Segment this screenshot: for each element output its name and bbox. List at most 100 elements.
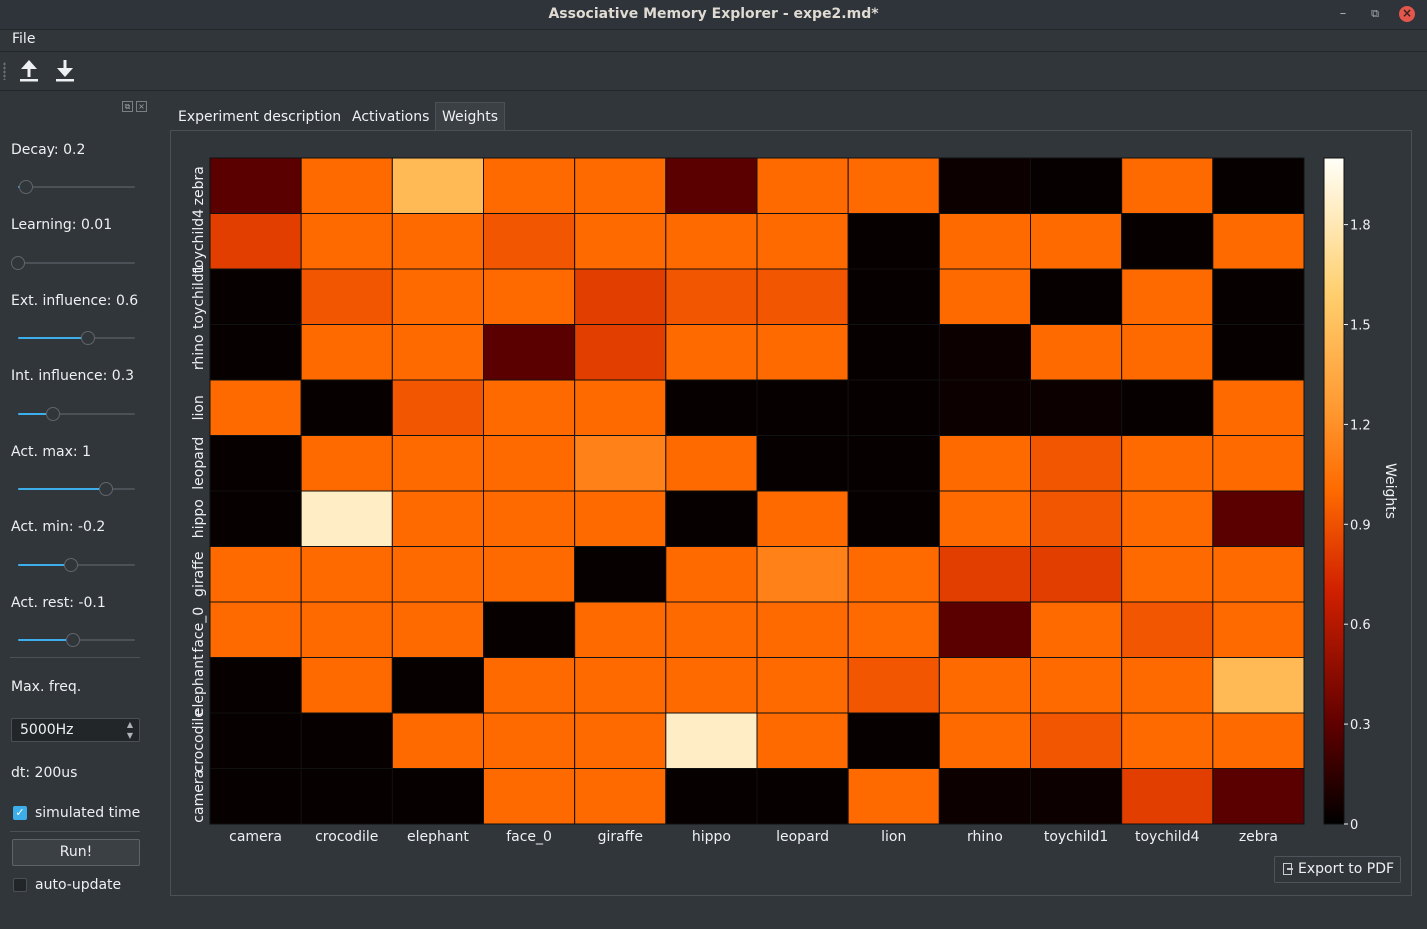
- heatmap-cells: [209, 157, 1305, 825]
- y-tick-labels: cameracrocodileelephantface_0 giraffe hipp…: [191, 166, 207, 823]
- heatmap-cell: [483, 213, 576, 270]
- heatmap-cell: [1212, 157, 1305, 214]
- heatmap-cell: [1121, 157, 1214, 214]
- heatmap-cell: [483, 324, 576, 381]
- heatmap-cell: [300, 268, 393, 325]
- heatmap-cell: [756, 490, 849, 547]
- heatmap-cell: [391, 712, 485, 769]
- heatmap-cell: [1121, 379, 1214, 436]
- heatmap-cell: [847, 213, 940, 270]
- x-tick-label: crocodile: [315, 829, 378, 845]
- heatmap-cell: [665, 268, 758, 325]
- heatmap-cell: [756, 324, 849, 381]
- heatmap-cell: [209, 546, 302, 603]
- x-tick-label: lion: [881, 829, 906, 845]
- heatmap-cell: [1030, 490, 1123, 547]
- heatmap-cell: [665, 768, 758, 825]
- heatmap-cell: [1121, 768, 1214, 825]
- heatmap-cell: [1121, 712, 1214, 769]
- heatmap-cell: [483, 657, 576, 714]
- heatmap-cell: [1030, 213, 1123, 270]
- colorbar-tick-label: 0.3: [1350, 718, 1371, 733]
- heatmap-cell: [209, 324, 302, 381]
- y-tick-label: elephant: [191, 654, 207, 716]
- heatmap-cell: [391, 546, 485, 603]
- y-tick-label: face_0: [191, 607, 207, 653]
- heatmap-cell: [756, 268, 849, 325]
- heatmap-cell: [665, 657, 758, 714]
- heatmap-cell: [300, 324, 393, 381]
- x-tick-labels: camera crocodile elephant face_0 giraffe hipp…: [229, 829, 1278, 845]
- heatmap-cell: [847, 490, 940, 547]
- weights-heatmap: camera crocodile elephant face_0 giraffe hipp…: [191, 157, 1398, 845]
- heatmap-cell: [1212, 768, 1305, 825]
- heatmap-cell: [300, 379, 393, 436]
- heatmap-cell: [300, 213, 393, 270]
- colorbar-tick-label: 0.9: [1350, 518, 1371, 533]
- heatmap-cell: [847, 324, 940, 381]
- heatmap-cell: [300, 768, 393, 825]
- heatmap-cell: [483, 490, 576, 547]
- heatmap-cell: [391, 213, 485, 270]
- heatmap-cell: [1212, 657, 1305, 714]
- heatmap-cell: [938, 213, 1031, 270]
- heatmap-cell: [938, 657, 1031, 714]
- heatmap-cell: [1212, 712, 1305, 769]
- heatmap-cell: [665, 435, 758, 492]
- heatmap-cell: [209, 379, 302, 436]
- heatmap-cell: [938, 768, 1031, 825]
- heatmap-cell: [847, 601, 940, 658]
- heatmap-cell: [574, 213, 667, 270]
- heatmap-cell: [209, 490, 302, 547]
- heatmap-cell: [300, 601, 393, 658]
- heatmap-cell: [756, 213, 849, 270]
- heatmap-cell: [391, 268, 485, 325]
- heatmap-cell: [209, 213, 302, 270]
- heatmap-cell: [1030, 768, 1123, 825]
- heatmap-cell: [300, 490, 393, 547]
- heatmap-cell: [300, 712, 393, 769]
- y-tick-label: zebra: [191, 166, 207, 205]
- heatmap-cell: [1212, 546, 1305, 603]
- heatmap-cell: [391, 324, 485, 381]
- x-tick-label: hippo: [692, 829, 731, 845]
- heatmap-cell: [847, 657, 940, 714]
- heatmap-cell: [209, 435, 302, 492]
- heatmap-cell: [483, 435, 576, 492]
- heatmap-cell: [1212, 213, 1305, 270]
- x-tick-label: elephant: [407, 829, 469, 845]
- heatmap-cell: [847, 268, 940, 325]
- y-tick-label: leopard: [191, 437, 207, 490]
- heatmap-cell: [1121, 324, 1214, 381]
- heatmap-cell: [756, 157, 849, 214]
- heatmap-cell: [665, 379, 758, 436]
- heatmap-cell: [938, 379, 1031, 436]
- colorbar-ticks: 0 0.3 0.6 0.9 1.2 1.5 1.8: [1344, 219, 1371, 833]
- colorbar-tick-label: 0.6: [1350, 618, 1371, 633]
- heatmap-cell: [209, 157, 302, 214]
- heatmap-cell: [574, 268, 667, 325]
- heatmap-cell: [483, 379, 576, 436]
- heatmap-cell: [1030, 435, 1123, 492]
- heatmap-cell: [483, 768, 576, 825]
- x-tick-label: toychild4: [1135, 829, 1200, 845]
- heatmap-cell: [574, 657, 667, 714]
- heatmap-cell: [1030, 601, 1123, 658]
- heatmap-cell: [1121, 268, 1214, 325]
- heatmap-cell: [483, 712, 576, 769]
- y-tick-label: toychild4: [191, 209, 207, 274]
- heatmap-cell: [209, 712, 302, 769]
- x-tick-label: rhino: [967, 829, 1003, 845]
- heatmap-cell: [1121, 601, 1214, 658]
- heatmap-cell: [665, 490, 758, 547]
- heatmap-cell: [1121, 490, 1214, 547]
- export-pdf-button[interactable]: Export to PDF: [1274, 856, 1401, 883]
- y-tick-label: crocodile: [191, 709, 207, 772]
- heatmap-cell: [574, 435, 667, 492]
- heatmap-cell: [938, 490, 1031, 547]
- y-tick-label: hippo: [191, 499, 207, 538]
- heatmap-cell: [1030, 157, 1123, 214]
- heatmap-cell: [665, 601, 758, 658]
- heatmap-cell: [391, 379, 485, 436]
- heatmap-cell: [847, 379, 940, 436]
